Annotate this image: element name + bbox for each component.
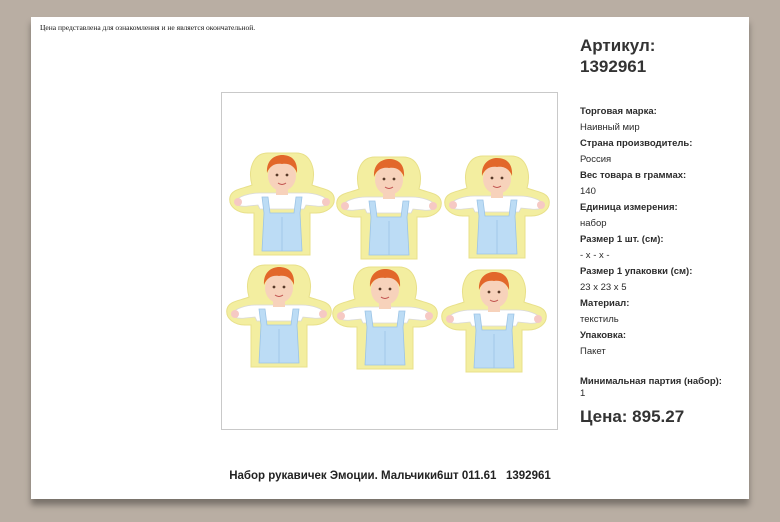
spec-value-brand: Наивный мир	[580, 122, 640, 133]
spec-label-brand: Торговая марка:	[580, 106, 657, 117]
article-label: Артикул:	[580, 36, 656, 55]
puppets-illustration	[226, 152, 550, 373]
spec-value-country: Россия	[580, 154, 612, 165]
price-disclaimer: Цена представлена для ознакомления и не …	[40, 23, 256, 32]
min-order: Минимальная партия (набор): 1	[580, 376, 745, 400]
article-number: 1392961	[580, 57, 647, 76]
spec-label-package-size: Размер 1 упаковки (см):	[580, 266, 693, 277]
min-order-value: 1	[580, 388, 586, 399]
spec-value-material: текстиль	[580, 314, 619, 325]
spec-label-packaging: Упаковка:	[580, 330, 627, 341]
spec-value-weight: 140	[580, 186, 596, 197]
puppet-3	[444, 155, 550, 259]
product-photo	[221, 92, 558, 430]
price: Цена: 895.27	[580, 407, 685, 426]
product-caption: Набор рукавичек Эмоции. Мальчики6шт 011.…	[229, 470, 551, 482]
puppet-5	[332, 266, 438, 370]
puppet-6	[441, 269, 547, 373]
spec-label-material: Материал:	[580, 298, 630, 309]
puppet-2	[336, 156, 442, 260]
puppet-1	[229, 152, 335, 256]
catalog-sheet: Цена представлена для ознакомления и не …	[31, 17, 749, 499]
product-details: Артикул: 1392961 Торговая марка: Наивный…	[580, 35, 745, 428]
spec-list: Торговая марка: Наивный мир Страна произ…	[580, 104, 745, 360]
spec-value-item-size: - x - x -	[580, 250, 610, 261]
spec-label-weight: Вес товара в граммах:	[580, 170, 687, 181]
min-order-label: Минимальная партия (набор):	[580, 376, 722, 387]
spec-label-unit: Единица измерения:	[580, 202, 678, 213]
spec-value-packaging: Пакет	[580, 346, 606, 357]
spec-value-unit: набор	[580, 218, 607, 229]
spec-label-item-size: Размер 1 шт. (см):	[580, 234, 664, 245]
spec-label-country: Страна производитель:	[580, 138, 693, 149]
puppet-4	[226, 264, 332, 368]
spec-value-package-size: 23 x 23 x 5	[580, 282, 627, 293]
